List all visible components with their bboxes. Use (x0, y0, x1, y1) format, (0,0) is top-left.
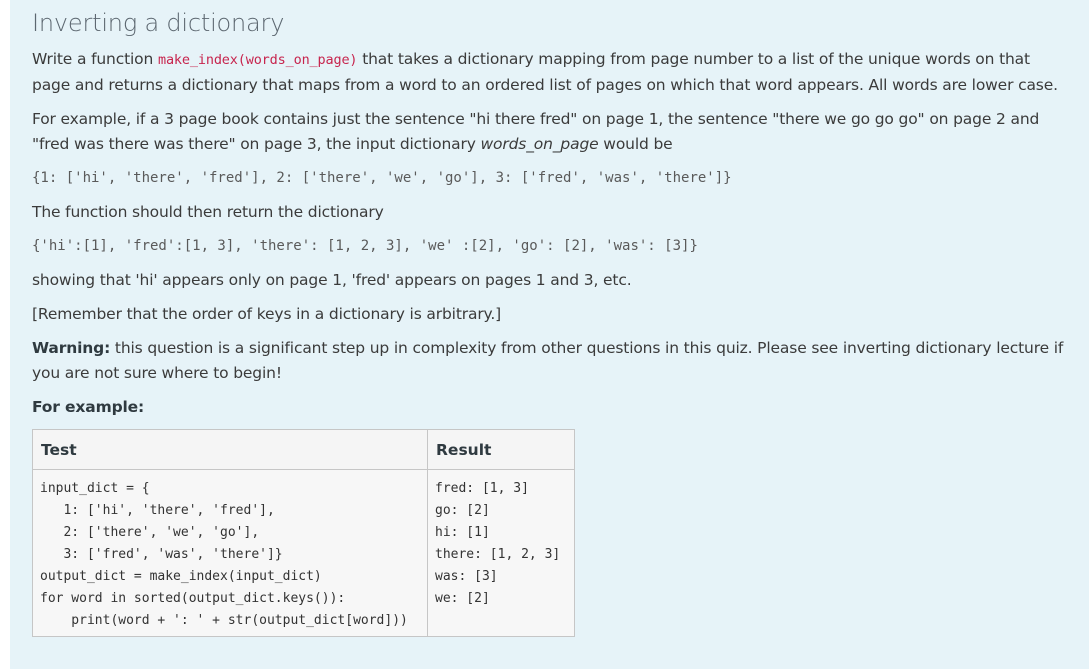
example-description: For example, if a 3 page book contains j… (32, 110, 1040, 153)
remember-note: [Remember that the order of keys in a di… (32, 305, 502, 323)
question-title: Inverting a dictionary (32, 9, 285, 37)
function-signature: make_index(words_on_page) (157, 52, 358, 68)
return-text: The function should then return the dict… (32, 203, 384, 221)
test-code: input_dict = { 1: ['hi', 'there', 'fred'… (40, 481, 408, 628)
examples-table: Test Result input_dict = { 1: ['hi', 'th… (32, 429, 575, 637)
input-dict-literal: {1: ['hi', 'there', 'fred'], 2: ['there'… (32, 170, 732, 186)
question-panel: Inverting a dictionary Write a function … (10, 0, 1089, 669)
header-result: Result (427, 429, 575, 470)
output-dict-literal: {'hi':[1], 'fred':[1, 3], 'there': [1, 2… (32, 238, 698, 254)
table-row: input_dict = { 1: ['hi', 'there', 'fred'… (32, 469, 575, 637)
for-example-label: For example: (32, 398, 145, 416)
warning-label: Warning: (32, 339, 111, 357)
param-name: words_on_page (480, 135, 599, 153)
table-header-row: Test Result (32, 429, 575, 470)
test-cell: input_dict = { 1: ['hi', 'there', 'fred'… (32, 469, 428, 637)
warning-paragraph: Warning: this question is a significant … (32, 339, 1064, 382)
showing-text: showing that 'hi' appears only on page 1… (32, 271, 632, 289)
question-intro: Write a function make_index(words_on_pag… (32, 50, 1058, 94)
result-output: fred: [1, 3] go: [2] hi: [1] there: [1, … (435, 481, 561, 606)
result-cell: fred: [1, 3] go: [2] hi: [1] there: [1, … (427, 469, 575, 637)
header-test: Test (32, 429, 428, 470)
